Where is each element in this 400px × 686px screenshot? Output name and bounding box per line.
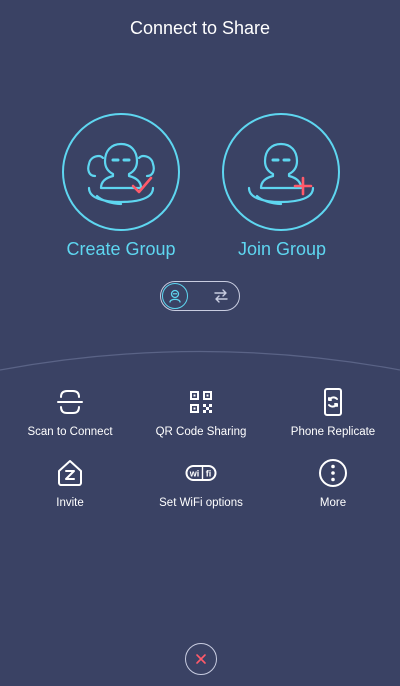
qr-code-sharing-button[interactable]: QR Code Sharing	[131, 386, 271, 438]
group-mode-icon	[169, 289, 181, 303]
qr-code-icon	[190, 391, 212, 413]
phone-replicate-icon	[324, 388, 342, 416]
more-label: More	[319, 497, 347, 509]
create-group-button[interactable]	[62, 113, 180, 231]
wifi-icon-text-fi: fi	[206, 469, 212, 479]
wifi-icon: wi fi	[185, 465, 217, 481]
phone-replicate-button[interactable]: Phone Replicate	[263, 386, 400, 438]
scan-to-connect-label: Scan to Connect	[27, 426, 113, 438]
phone-replicate-label: Phone Replicate	[290, 426, 376, 438]
scan-icon	[57, 390, 83, 414]
close-icon	[196, 654, 206, 664]
wifi-icon-text-wi: wi	[189, 469, 200, 479]
more-icon	[319, 459, 347, 487]
mode-toggle[interactable]	[160, 281, 240, 311]
create-group-label: Create Group	[66, 239, 176, 259]
divider-arc	[0, 350, 400, 371]
invite-icon	[58, 460, 82, 486]
page-title: Connect to Share	[129, 18, 271, 38]
set-wifi-options-button[interactable]: wi fi Set WiFi options	[131, 457, 271, 509]
group-mode-knob[interactable]	[162, 283, 188, 309]
transfer-mode-option[interactable]	[211, 286, 231, 306]
transfer-arrows-icon	[214, 289, 228, 303]
connect-share-screen: Connect to Share Create Group Join Group…	[0, 0, 400, 686]
qr-code-sharing-label: QR Code Sharing	[155, 426, 247, 438]
close-button[interactable]	[185, 643, 217, 675]
join-group-label: Join Group	[237, 239, 327, 259]
join-group-button[interactable]	[222, 113, 340, 231]
join-group-icon	[247, 142, 315, 206]
invite-button[interactable]: Invite	[0, 457, 140, 509]
scan-to-connect-button[interactable]: Scan to Connect	[0, 386, 140, 438]
create-group-icon	[87, 142, 155, 206]
invite-label: Invite	[56, 497, 84, 509]
more-button[interactable]: More	[263, 457, 400, 509]
set-wifi-options-label: Set WiFi options	[159, 497, 243, 509]
